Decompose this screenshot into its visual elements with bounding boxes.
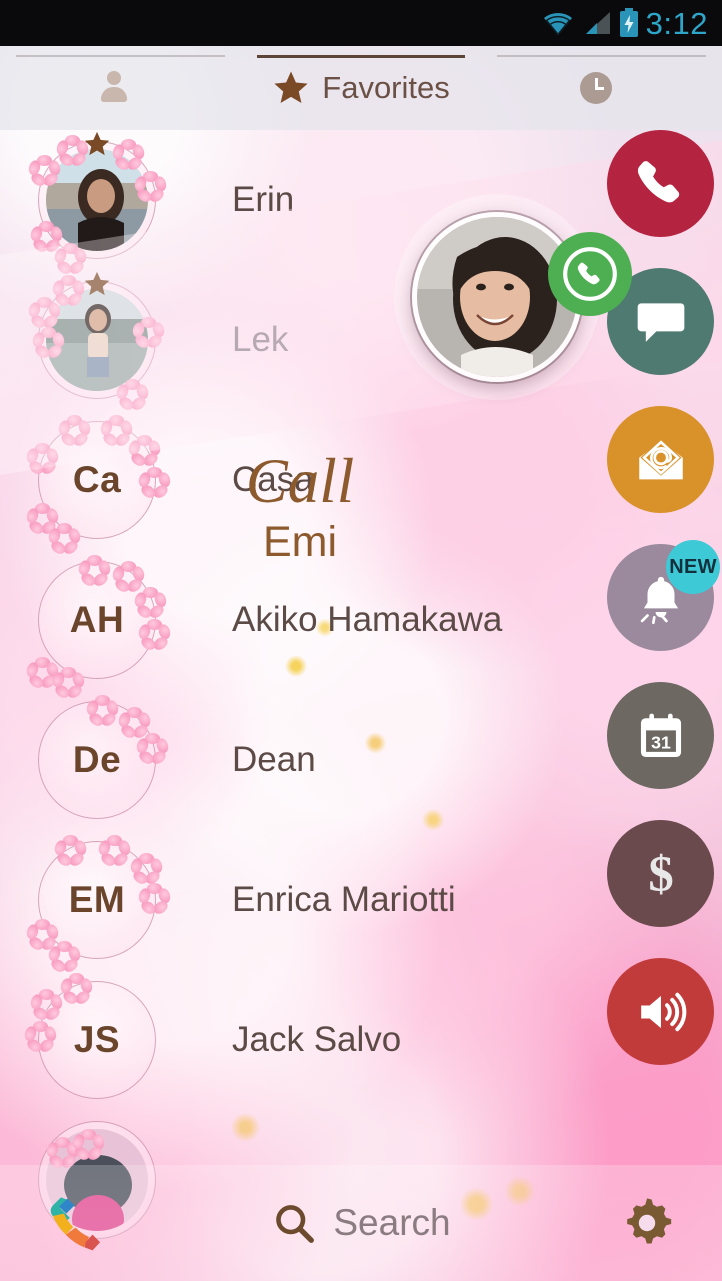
blossom-icon: [46, 936, 82, 974]
speaker-icon: [640, 992, 686, 1031]
blossom-icon: [28, 984, 64, 1022]
avatar-initials: AH: [69, 599, 125, 640]
blossom-icon: [110, 556, 146, 594]
whatsapp-icon: [563, 247, 617, 301]
status-clock: 3:12: [645, 5, 708, 41]
tab-contacts[interactable]: [0, 46, 241, 130]
battery-charging-icon: [619, 8, 638, 37]
calendar-31-icon: 31: [640, 713, 681, 757]
payment-button[interactable]: $: [607, 820, 714, 927]
blossom-icon: [46, 518, 82, 556]
avatar-photo: [46, 149, 148, 251]
wifi-icon: [543, 12, 572, 36]
whatsapp-call-button[interactable]: [548, 232, 632, 316]
new-badge: NEW: [666, 540, 720, 594]
settings-button-wrap[interactable]: [572, 1194, 722, 1252]
contact-name: Dean: [232, 740, 316, 779]
email-button[interactable]: [607, 406, 714, 513]
blossom-icon: [24, 914, 60, 952]
svg-text:31: 31: [651, 732, 671, 752]
calendar-button[interactable]: 31: [607, 682, 714, 789]
blossom-icon: [84, 690, 120, 728]
search-icon: [276, 1205, 315, 1243]
avatar-photo: [46, 289, 148, 391]
blossom-icon: [24, 438, 60, 476]
gear-icon: [627, 1198, 672, 1244]
contact-name: Lek: [232, 320, 289, 359]
avatar[interactable]: AH: [24, 554, 172, 700]
avatar-initials: De: [72, 739, 122, 780]
search-bar[interactable]: Search: [150, 1200, 572, 1246]
blossom-icon: [96, 830, 132, 868]
blossom-icon: [56, 410, 92, 448]
call-button[interactable]: [607, 130, 714, 237]
contact-name: Jack Salvo: [232, 1020, 402, 1059]
chat-bubble-icon: [637, 302, 684, 342]
reminder-button[interactable]: NEW: [607, 540, 720, 651]
avatar[interactable]: JS: [22, 972, 156, 1099]
clock-icon: [579, 72, 612, 104]
dialer-logo-wrap[interactable]: [0, 1188, 150, 1258]
star-icon: [274, 71, 308, 104]
tab-favorites[interactable]: Favorites: [241, 46, 482, 130]
favorite-star-badge: [84, 131, 110, 156]
multicolor-phone-icon: [50, 1197, 101, 1251]
blossom-icon: [24, 652, 60, 690]
phone-screen: 3:12 Favorites Erin Lek Ca Casa AH Akiko…: [0, 0, 722, 1281]
avatar[interactable]: Ca: [24, 414, 172, 556]
blossom-icon: [136, 462, 172, 500]
avatar-initials: JS: [73, 1019, 121, 1060]
blossom-icon: [22, 1016, 58, 1054]
avatar[interactable]: De: [38, 694, 170, 819]
phone-icon: [637, 160, 679, 202]
tab-bar: Favorites: [0, 46, 722, 130]
contact-name: Akiko Hamakawa: [232, 600, 503, 639]
blossom-icon: [98, 410, 134, 448]
blossom-icon: [126, 430, 162, 468]
blossom-icon: [58, 968, 94, 1006]
blossom-icon: [24, 498, 60, 536]
avatar-initials: Ca: [72, 459, 122, 500]
svg-text:$: $: [648, 845, 673, 901]
contact-name: Casa: [232, 460, 314, 499]
contact-name: Erin: [232, 180, 295, 219]
speaker-button[interactable]: [607, 958, 714, 1065]
blossom-icon: [134, 728, 170, 766]
tab-rule-active: [256, 55, 466, 58]
email-at-icon: [638, 437, 683, 479]
blossom-icon: [76, 550, 112, 588]
avatar[interactable]: [26, 271, 166, 412]
blossom-icon: [136, 614, 172, 652]
favorite-star-badge: [84, 271, 110, 296]
bottom-bar: Search: [0, 1165, 722, 1281]
tab-recents[interactable]: [481, 46, 722, 130]
dollar-icon: $: [648, 845, 673, 901]
blossom-icon: [52, 830, 88, 868]
search-placeholder: Search: [333, 1202, 451, 1243]
tab-rule: [497, 55, 707, 57]
contact-name: Enrica Mariotti: [232, 880, 456, 919]
blossom-icon: [136, 878, 172, 916]
avatar[interactable]: EM: [24, 834, 172, 974]
avatar[interactable]: [26, 131, 168, 276]
blossom-icon: [50, 662, 86, 700]
blossom-icon: [116, 702, 152, 740]
signal-icon: [585, 12, 610, 34]
blossom-icon: [128, 848, 164, 886]
blossom-icon: [132, 582, 168, 620]
tab-rule: [16, 55, 225, 57]
status-bar: 3:12: [0, 0, 722, 46]
avatar-initials: EM: [68, 879, 126, 920]
tab-favorites-label: Favorites: [322, 70, 450, 105]
person-icon: [101, 71, 128, 105]
